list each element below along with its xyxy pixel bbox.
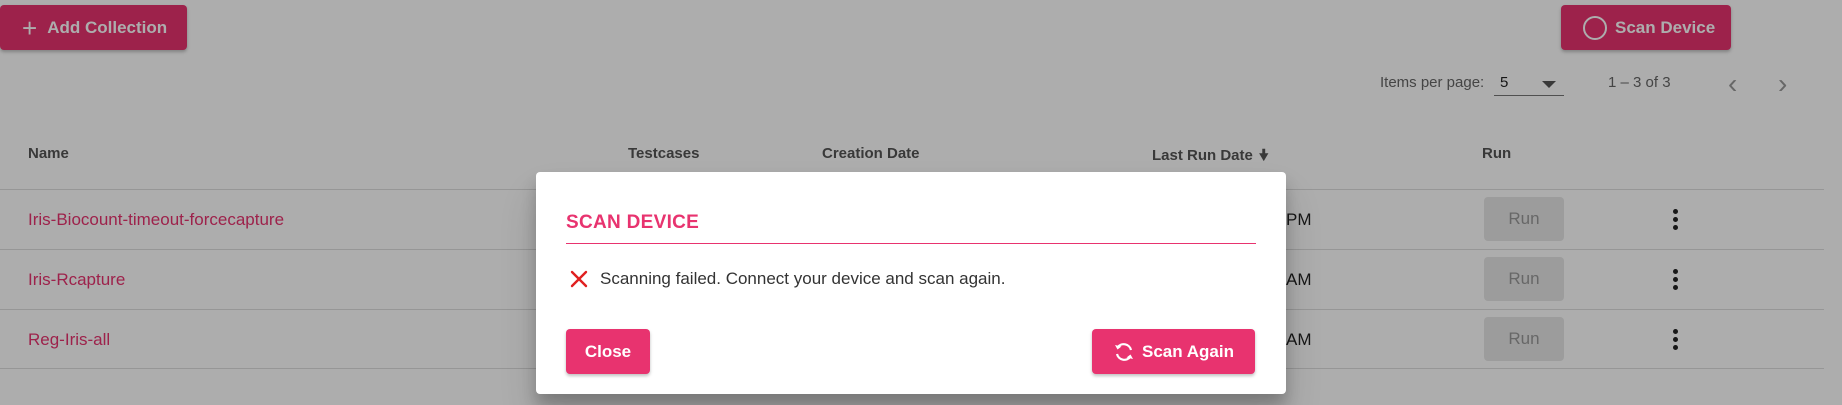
- close-button[interactable]: Close: [566, 329, 650, 374]
- refresh-icon: [1115, 342, 1133, 361]
- dialog-message-text: Scanning failed. Connect your device and…: [600, 269, 1006, 288]
- close-icon: [570, 270, 588, 288]
- scan-device-dialog: SCAN DEVICE Scanning failed. Connect you…: [536, 172, 1286, 394]
- dialog-title: SCAN DEVICE: [566, 212, 1256, 244]
- scan-again-button[interactable]: Scan Again: [1092, 329, 1255, 374]
- dialog-message: Scanning failed. Connect your device and…: [568, 268, 1005, 290]
- scan-again-label: Scan Again: [1142, 341, 1234, 361]
